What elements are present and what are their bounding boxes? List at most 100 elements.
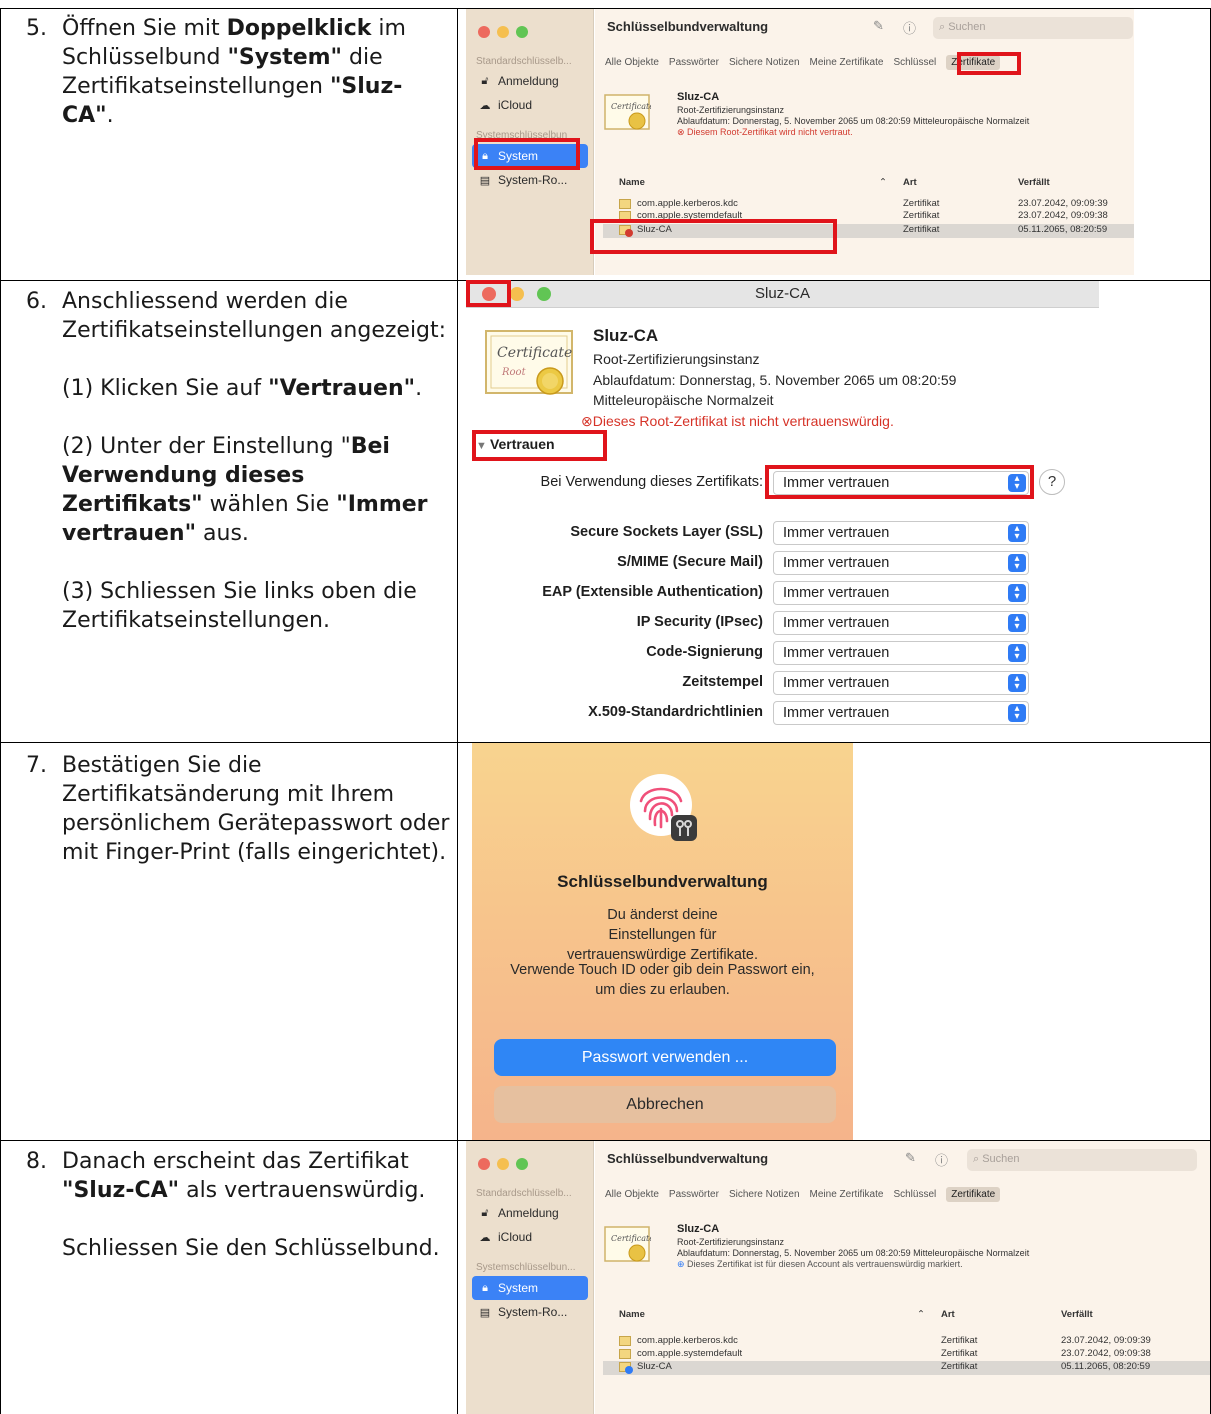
minimize-button[interactable] bbox=[497, 1158, 509, 1170]
trust-setting-value: Immer vertrauen bbox=[783, 525, 890, 541]
table-header: Name ⌃ Art Verfällt bbox=[603, 177, 1134, 193]
sidebar-item-system[interactable]: 🔒︎ System bbox=[472, 1276, 588, 1300]
main-trust-select[interactable]: Immer vertrauen ▴ ▾ bbox=[773, 471, 1029, 495]
help-button[interactable]: ? bbox=[1039, 469, 1065, 495]
window-titlebar: Sluz-CA bbox=[466, 281, 1099, 308]
certificate-file-icon bbox=[619, 1335, 631, 1346]
chevron-updown-icon: ▴ ▾ bbox=[1008, 674, 1026, 692]
sidebar-section-system: Systemschlüsselbun bbox=[476, 130, 568, 141]
tab-sichere-notizen[interactable]: Sichere Notizen bbox=[729, 1189, 800, 1200]
step-number: 7. bbox=[26, 753, 47, 778]
table-row[interactable]: com.apple.systemdefault Zertifikat 23.07.2… bbox=[603, 1348, 1210, 1362]
table-row-selected[interactable]: Sluz-CA Zertifikat 05.11.2065, 08:20:59 bbox=[603, 224, 1134, 238]
tab-alle-objekte[interactable]: Alle Objekte bbox=[605, 1189, 659, 1200]
table-row[interactable]: com.apple.kerberos.kdc Zertifikat 23.07.20… bbox=[603, 1335, 1210, 1349]
cert-status: ⊗Dieses Root-Zertifikat ist nicht vertra… bbox=[581, 413, 894, 430]
close-button[interactable] bbox=[478, 26, 490, 38]
keychain-window-untrusted: Standardschlüsselb... 🔓︎ Anmeldung ☁︎ iClo… bbox=[466, 9, 1134, 275]
row-kind: Zertifikat bbox=[903, 210, 940, 221]
tab-zertifikate[interactable]: Zertifikate bbox=[946, 1187, 1001, 1202]
cert-kind: Root-Zertifizierungsinstanz bbox=[677, 105, 785, 115]
info-icon[interactable]: ⓘ bbox=[935, 1150, 948, 1169]
row-kind: Zertifikat bbox=[903, 224, 940, 235]
tab-meine-zertifikate[interactable]: Meine Zertifikate bbox=[810, 57, 884, 68]
bold-text: "System" bbox=[227, 45, 343, 70]
tab-meine-zertifikate[interactable]: Meine Zertifikate bbox=[810, 1189, 884, 1200]
column-art[interactable]: Art bbox=[903, 177, 917, 188]
trust-setting-select[interactable]: Immer vertrauen ▴ ▾ bbox=[773, 521, 1029, 545]
search-input[interactable]: ⌕ Suchen bbox=[967, 1149, 1197, 1171]
certificate-file-icon bbox=[619, 1348, 631, 1359]
cert-status-text: Dieses Zertifikat ist für diesen Account… bbox=[687, 1259, 963, 1269]
table-border-middle bbox=[457, 8, 458, 1414]
cloud-icon: ☁︎ bbox=[479, 99, 491, 112]
error-icon: ⊗ bbox=[581, 413, 593, 429]
tab-sichere-notizen[interactable]: Sichere Notizen bbox=[729, 57, 800, 68]
category-tabs: Alle Objekte Passwörter Sichere Notizen Mei… bbox=[605, 55, 1010, 70]
step-body: Danach erscheint das Zertifikat "Sluz-CA… bbox=[62, 1147, 452, 1263]
column-name[interactable]: Name bbox=[619, 177, 645, 188]
keychain-sidebar: Standardschlüsselb... 🔓︎ Anmeldung ☁︎ iClo… bbox=[466, 1141, 594, 1414]
search-placeholder: Suchen bbox=[948, 21, 986, 33]
step-paragraph: Anschliessend werden die Zertifikatseins… bbox=[62, 287, 452, 345]
svg-text:Certificate: Certificate bbox=[497, 345, 572, 361]
trust-setting-select[interactable]: Immer vertrauen ▴ ▾ bbox=[773, 701, 1029, 725]
cert-status: ⊕ Dieses Zertifikat ist für diesen Accou… bbox=[677, 1259, 963, 1270]
sidebar-item-system[interactable]: 🔒︎ System bbox=[472, 144, 588, 168]
close-button[interactable] bbox=[478, 1158, 490, 1170]
certificate-icon: Certificate bbox=[604, 1226, 651, 1262]
trust-setting-label: Code-Signierung bbox=[646, 644, 763, 660]
trust-setting-select[interactable]: Immer vertrauen ▴ ▾ bbox=[773, 551, 1029, 575]
cert-title: Sluz-CA bbox=[677, 1223, 720, 1235]
sort-icon[interactable]: ⌃ bbox=[917, 1309, 925, 1320]
text: . bbox=[415, 376, 423, 401]
table-row[interactable]: com.apple.systemdefault Zertifikat 23.07.2… bbox=[603, 210, 1134, 224]
sidebar-item-icloud[interactable]: ☁︎ iCloud bbox=[472, 93, 588, 117]
zoom-button[interactable] bbox=[516, 1158, 528, 1170]
column-expires[interactable]: Verfällt bbox=[1018, 177, 1050, 188]
row-name: com.apple.kerberos.kdc bbox=[637, 1335, 738, 1346]
step-body: Öffnen Sie mit Doppelklick im Schlüsselb… bbox=[62, 14, 452, 130]
trust-setting-label: X.509-Standardrichtlinien bbox=[588, 704, 763, 720]
tab-passwoerter[interactable]: Passwörter bbox=[669, 57, 719, 68]
tab-alle-objekte[interactable]: Alle Objekte bbox=[605, 57, 659, 68]
trust-setting-select[interactable]: Immer vertrauen ▴ ▾ bbox=[773, 581, 1029, 605]
use-password-button[interactable]: Passwort verwenden ... bbox=[494, 1039, 836, 1076]
cancel-button[interactable]: Abbrechen bbox=[494, 1086, 836, 1123]
info-icon[interactable]: ⓘ bbox=[903, 18, 916, 37]
column-expires[interactable]: Verfällt bbox=[1061, 1309, 1093, 1320]
sidebar-item-system-roots[interactable]: ▤ System-Ro... bbox=[472, 168, 588, 192]
table-row-selected[interactable]: Sluz-CA Zertifikat 05.11.2065, 08:20:59 bbox=[603, 1361, 1210, 1375]
minimize-button[interactable] bbox=[497, 26, 509, 38]
unlock-icon: 🔓︎ bbox=[481, 1206, 489, 1219]
trust-setting-label: Secure Sockets Layer (SSL) bbox=[570, 524, 763, 540]
tab-passwoerter[interactable]: Passwörter bbox=[669, 1189, 719, 1200]
sidebar-item-icloud[interactable]: ☁︎ iCloud bbox=[472, 1225, 588, 1249]
sidebar-item-anmeldung[interactable]: 🔓︎ Anmeldung bbox=[472, 69, 588, 93]
sort-icon[interactable]: ⌃ bbox=[879, 177, 887, 188]
step-paragraph: (1) Klicken Sie auf "Vertrauen". bbox=[62, 374, 452, 403]
trust-setting-select[interactable]: Immer vertrauen ▴ ▾ bbox=[773, 671, 1029, 695]
row-name: com.apple.kerberos.kdc bbox=[637, 198, 738, 209]
sidebar-item-system-roots[interactable]: ▤ System-Ro... bbox=[472, 1300, 588, 1324]
error-icon: ⊗ bbox=[677, 127, 688, 137]
trust-section-toggle[interactable]: ▼ Vertrauen bbox=[476, 436, 555, 452]
trust-setting-value: Immer vertrauen bbox=[783, 555, 890, 571]
trust-setting-select[interactable]: Immer vertrauen ▴ ▾ bbox=[773, 611, 1029, 635]
sidebar-item-anmeldung[interactable]: 🔓︎ Anmeldung bbox=[472, 1201, 588, 1225]
row-kind: Zertifikat bbox=[903, 198, 940, 209]
zoom-button[interactable] bbox=[516, 26, 528, 38]
column-name[interactable]: Name bbox=[619, 1309, 645, 1320]
edit-icon[interactable]: ✎ bbox=[873, 18, 884, 34]
tab-schluessel[interactable]: Schlüssel bbox=[893, 57, 936, 68]
search-input[interactable]: ⌕ Suchen bbox=[933, 17, 1133, 39]
cert-kind: Root-Zertifizierungsinstanz bbox=[593, 351, 760, 367]
tab-schluessel[interactable]: Schlüssel bbox=[893, 1189, 936, 1200]
chevron-updown-icon: ▴ ▾ bbox=[1008, 584, 1026, 602]
trust-setting-select[interactable]: Immer vertrauen ▴ ▾ bbox=[773, 641, 1029, 665]
column-art[interactable]: Art bbox=[941, 1309, 955, 1320]
tab-zertifikate[interactable]: Zertifikate bbox=[946, 55, 1001, 70]
cert-title: Sluz-CA bbox=[593, 326, 659, 345]
edit-icon[interactable]: ✎ bbox=[905, 1150, 916, 1166]
auth-dialog: Schlüsselbundverwaltung Du änderst deine… bbox=[472, 743, 853, 1140]
